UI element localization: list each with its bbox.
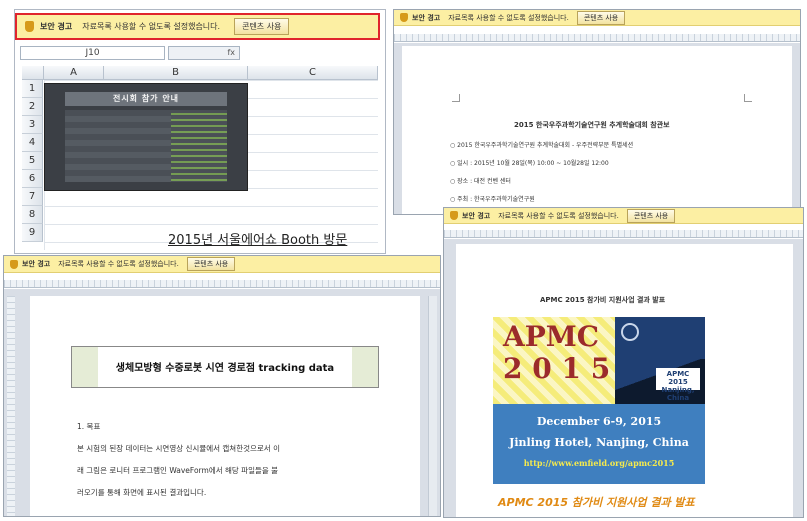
shield-warning-icon bbox=[400, 13, 408, 22]
vertical-ruler[interactable] bbox=[7, 296, 15, 516]
security-warning-title: 보안 경고 bbox=[22, 260, 51, 268]
page-margin-mark bbox=[744, 94, 752, 102]
row-header-2[interactable]: 2 bbox=[22, 98, 43, 116]
apmc-logo-line2: 2 0 1 5 bbox=[503, 352, 611, 385]
name-box[interactable]: J10 bbox=[20, 46, 165, 60]
doc-br-security-warning-bar: 보안 경고 자료목록 사용할 수 없도록 설정했습니다. 콘텐츠 사용 bbox=[444, 208, 803, 224]
column-header-a[interactable]: A bbox=[44, 66, 104, 80]
doc-window-top-right: 보안 경고 자료목록 사용할 수 없도록 설정했습니다. 콘텐츠 사용 2015… bbox=[393, 9, 801, 215]
apmc-result-caption: APMC 2015 참가비 지원사업 결과 발표 bbox=[498, 496, 695, 509]
apmc-event-info: December 6-9, 2015 Jinling Hotel, Nanjin… bbox=[493, 404, 705, 484]
doc-tr-title: 2015 한국우주과학기술연구원 추계학술대회 참관보 bbox=[514, 121, 670, 129]
doc-bl-table-title: 생체모방형 수중로봇 시연 경로점 tracking data bbox=[115, 363, 335, 374]
row-header-4[interactable]: 4 bbox=[22, 134, 43, 152]
security-warning-title: 보안 경고 bbox=[462, 211, 491, 220]
security-warning-message: 자료목록 사용할 수 없도록 설정했습니다. bbox=[448, 13, 569, 22]
doc-tr-line-1: ○ 2015 한국우주과학기술연구원 추계학술대회 - 우주전략부문 특별세션 bbox=[450, 142, 634, 149]
row-header-6[interactable]: 6 bbox=[22, 170, 43, 188]
row-header-7[interactable]: 7 bbox=[22, 188, 43, 206]
apmc-badge: APMC 2015 Nanjing, China bbox=[656, 368, 700, 402]
doc-bl-title-table: 생체모방형 수중로봇 시연 경로점 tracking data bbox=[71, 346, 379, 388]
doc-tr-security-warning-bar: 보안 경고 자료목록 사용할 수 없도록 설정했습니다. 콘텐츠 사용 bbox=[394, 10, 800, 26]
horizontal-ruler[interactable] bbox=[4, 280, 440, 288]
column-header-c[interactable]: C bbox=[248, 66, 378, 80]
horizontal-ruler[interactable] bbox=[394, 34, 800, 42]
column-header-b[interactable]: B bbox=[104, 66, 248, 80]
doc-tr-line-3: ○ 장소 : 대전 컨벤 센터 bbox=[450, 178, 511, 185]
vertical-scrollbar[interactable] bbox=[428, 296, 437, 516]
doc-tr-line-4: ○ 주최 : 한국우주과학기술연구원 bbox=[450, 196, 535, 203]
row-header-3[interactable]: 3 bbox=[22, 116, 43, 134]
horizontal-ruler[interactable] bbox=[444, 230, 803, 238]
formula-fx-icon[interactable]: fx bbox=[168, 46, 240, 60]
apmc-logo-text: APMC 2 0 1 5 bbox=[503, 321, 610, 385]
security-warning-message: 자료목록 사용할 수 없도록 설정했습니다. bbox=[58, 260, 179, 268]
excel-security-warning-bar: 보안 경고 자료목록 사용할 수 없도록 설정했습니다. 콘텐츠 사용 bbox=[15, 13, 380, 40]
shield-warning-icon bbox=[25, 21, 34, 32]
enable-content-button[interactable]: 콘텐츠 사용 bbox=[626, 208, 676, 223]
table-right-cell bbox=[352, 347, 378, 387]
shield-warning-icon bbox=[10, 259, 18, 269]
table-left-cell bbox=[72, 347, 98, 387]
enable-content-button[interactable]: 콘텐츠 사용 bbox=[576, 10, 626, 25]
doc-tr-line-2: ○ 일시 : 2015년 10월 28일(목) 10:00 ~ 10월28일 1… bbox=[450, 160, 609, 167]
security-warning-title: 보안 경고 bbox=[40, 22, 73, 31]
enable-content-button[interactable]: 콘텐츠 사용 bbox=[234, 18, 290, 35]
embedded-table-title: 전시회 참가 안내 bbox=[65, 92, 227, 106]
row-header-8[interactable]: 8 bbox=[22, 206, 43, 224]
sheet-heading: 2015년 서울에어쇼 Booth 방문 bbox=[168, 233, 348, 248]
apmc-event-date: December 6-9, 2015 bbox=[536, 415, 662, 428]
doc-bl-section-heading: 1. 목표 bbox=[77, 422, 101, 431]
row-header-1[interactable]: 1 bbox=[22, 80, 43, 98]
doc-bl-body-line-2: 래 그림은 로니터 프로그램인 WaveForm에서 해당 파일들을 불 bbox=[77, 466, 279, 475]
doc-tr-page[interactable]: 2015 한국우주과학기술연구원 추계학술대회 참관보 ○ 2015 한국우주과… bbox=[402, 46, 792, 214]
embedded-table-highlight-column bbox=[171, 110, 227, 182]
security-warning-message: 자료목록 사용할 수 없도록 설정했습니다. bbox=[82, 22, 221, 31]
apmc-event-venue: Jinling Hotel, Nanjing, China bbox=[509, 436, 689, 449]
select-all-corner[interactable] bbox=[22, 66, 44, 80]
page-margin-mark bbox=[452, 94, 460, 102]
doc-br-title: APMC 2015 참가비 지원사업 결과 발표 bbox=[540, 296, 666, 304]
apmc-logo-banner: APMC 2 0 1 5 APMC 2015 Nanjing, China bbox=[493, 317, 705, 404]
security-warning-message: 자료목록 사용할 수 없도록 설정했습니다. bbox=[498, 211, 619, 220]
embedded-exhibition-table-image[interactable]: 전시회 참가 안내 bbox=[44, 83, 248, 191]
shield-warning-icon bbox=[450, 211, 458, 220]
apmc-logo-line1: APMC bbox=[503, 320, 600, 353]
doc-bl-page[interactable] bbox=[30, 296, 420, 516]
apmc-event-url[interactable]: http://www.emfield.org/apmc2015 bbox=[493, 458, 705, 468]
row-header-5[interactable]: 5 bbox=[22, 152, 43, 170]
apmc-emblem: APMC 2015 Nanjing, China bbox=[615, 317, 705, 404]
doc-bl-body-line-3: 러오기를 통해 화면에 표시된 결과입니다. bbox=[77, 488, 207, 497]
row-header-9[interactable]: 9 bbox=[22, 224, 43, 242]
apmc-emblem-icon bbox=[621, 323, 639, 341]
security-warning-title: 보안 경고 bbox=[412, 13, 441, 22]
enable-content-button[interactable]: 콘텐츠 사용 bbox=[186, 257, 236, 271]
doc-bl-body-line-1: 본 시험의 된장 데이터는 시연영상 신시뮬에서 캡쳐한것으로서 이 bbox=[77, 444, 280, 453]
doc-bl-security-warning-bar: 보안 경고 자료목록 사용할 수 없도록 설정했습니다. 콘텐츠 사용 bbox=[4, 256, 440, 273]
